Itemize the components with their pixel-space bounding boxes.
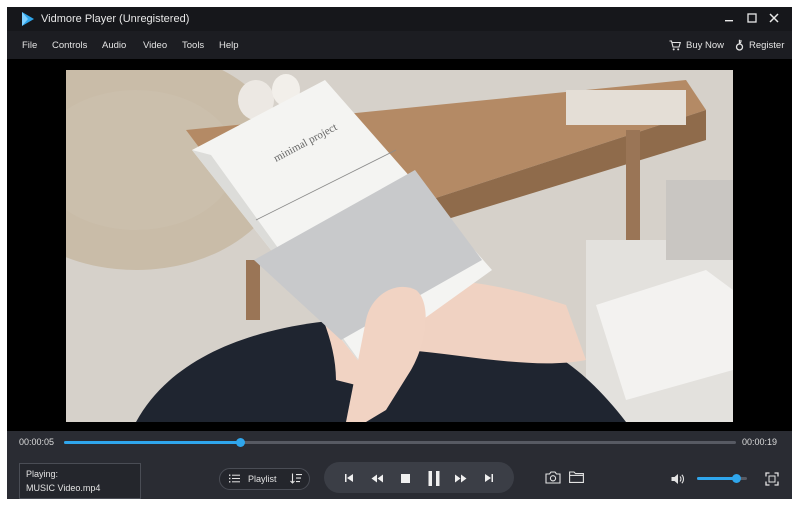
sort-icon[interactable] — [290, 473, 302, 484]
menu-file[interactable]: File — [22, 40, 37, 51]
vidmore-logo-icon — [22, 12, 34, 26]
close-icon — [769, 13, 779, 23]
previous-button[interactable] — [341, 470, 357, 486]
title-bar[interactable]: Vidmore Player (Unregistered) — [7, 7, 792, 31]
menu-video[interactable]: Video — [143, 40, 167, 51]
fullscreen-button[interactable] — [764, 471, 780, 487]
now-playing-file: MUSIC Video.mp4 — [26, 483, 101, 493]
pause-button[interactable] — [426, 470, 442, 486]
folder-icon — [568, 471, 584, 483]
video-stage[interactable]: minimal project — [7, 59, 792, 431]
snapshot-button[interactable] — [545, 469, 561, 485]
transport-controls — [324, 462, 514, 493]
minimize-icon — [725, 20, 733, 22]
menu-audio[interactable]: Audio — [102, 40, 126, 51]
video-frame[interactable]: minimal project — [66, 70, 733, 422]
register-button[interactable]: Register — [735, 38, 784, 52]
window-title: Vidmore Player (Unregistered) — [41, 13, 190, 25]
minimize-button[interactable] — [720, 10, 738, 28]
volume-slider[interactable] — [697, 474, 747, 483]
now-playing-panel: Playing: MUSIC Video.mp4 — [19, 463, 141, 499]
fullscreen-icon — [765, 472, 779, 486]
volume-handle[interactable] — [732, 474, 741, 483]
open-folder-button[interactable] — [568, 469, 584, 485]
skip-next-icon — [485, 474, 493, 482]
list-icon — [229, 474, 240, 483]
skip-previous-icon — [345, 474, 353, 482]
menu-controls[interactable]: Controls — [52, 40, 87, 51]
fast-forward-icon — [455, 474, 467, 482]
stop-icon — [400, 473, 410, 483]
video-frame-image: minimal project — [66, 70, 733, 422]
volume-icon — [671, 474, 684, 484]
camera-icon — [545, 470, 561, 484]
register-label: Register — [749, 39, 785, 51]
rewind-button[interactable] — [369, 470, 385, 486]
rewind-icon — [371, 474, 383, 482]
buy-now-label: Buy Now — [686, 39, 725, 51]
next-button[interactable] — [481, 470, 497, 486]
close-button[interactable] — [765, 10, 783, 28]
control-bar: 00:00:05 00:00:19 Playing: MUSIC Video.m… — [7, 431, 792, 499]
progress-handle[interactable] — [236, 438, 246, 447]
pause-icon — [428, 470, 440, 486]
progress-fill — [64, 441, 241, 444]
menu-bar: File Controls Audio Video Tools Help Buy… — [7, 31, 792, 59]
menu-tools[interactable]: Tools — [182, 40, 204, 51]
progress-bar[interactable] — [64, 438, 736, 447]
stop-button[interactable] — [397, 470, 413, 486]
player-window: Vidmore Player (Unregistered) File Contr… — [7, 7, 792, 499]
cart-icon — [669, 39, 681, 50]
volume-button[interactable] — [670, 471, 686, 487]
current-time: 00:00:05 — [19, 437, 55, 447]
key-icon — [735, 39, 744, 51]
maximize-button[interactable] — [743, 10, 761, 28]
playlist-button[interactable]: Playlist — [219, 468, 310, 490]
fast-forward-button[interactable] — [453, 470, 469, 486]
volume-fill — [697, 477, 736, 480]
menu-help[interactable]: Help — [219, 40, 239, 51]
buy-now-button[interactable]: Buy Now — [669, 38, 724, 52]
total-time: 00:00:19 — [742, 437, 778, 447]
maximize-icon — [747, 13, 757, 23]
playlist-label: Playlist — [248, 474, 277, 484]
now-playing-label: Playing: — [26, 469, 59, 479]
